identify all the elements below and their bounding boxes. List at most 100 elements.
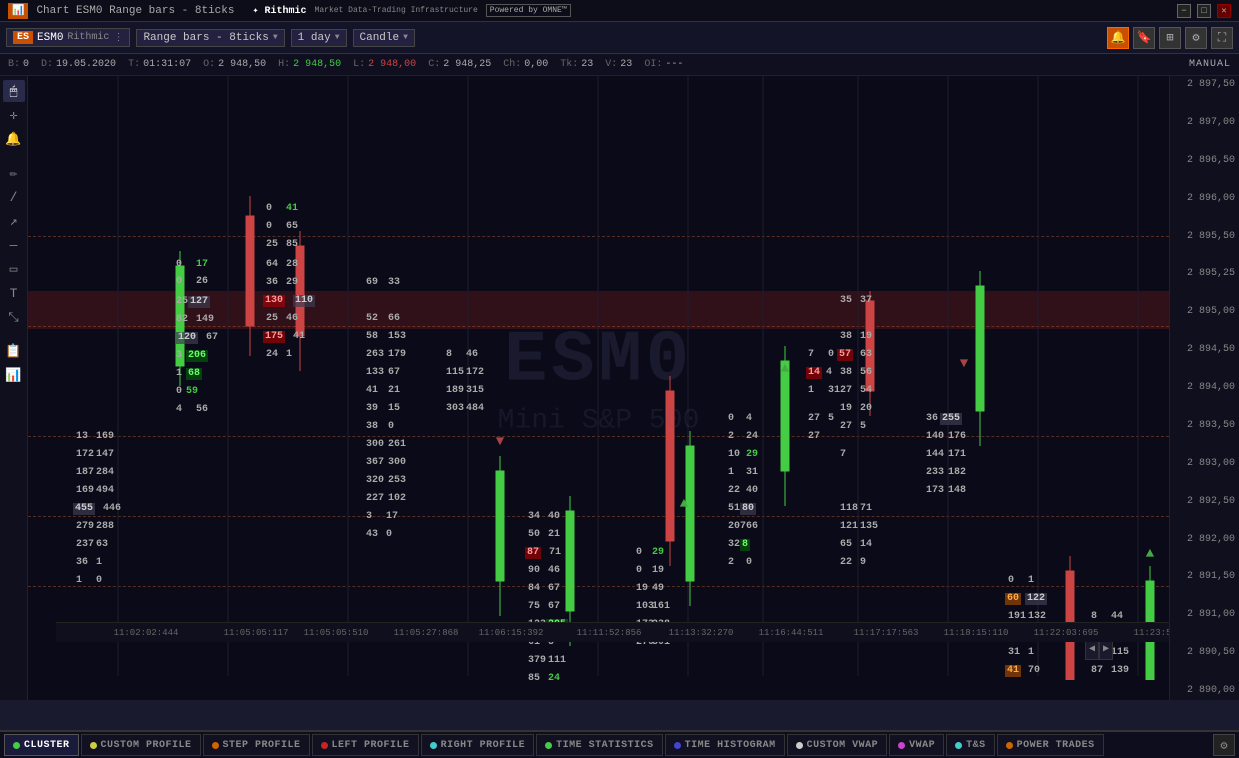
period-dropdown[interactable]: 1 day (291, 29, 347, 47)
dom2-9: 120 (176, 332, 198, 344)
minimize-button[interactable]: − (1177, 4, 1191, 18)
line-tool[interactable]: / (3, 186, 25, 208)
dom2-6: 127 (188, 296, 210, 308)
dom2-5: 25 (176, 296, 188, 308)
dom9-8: 31 (828, 385, 840, 397)
arrow-up-2: ▲ (781, 361, 789, 377)
display-dropdown[interactable]: Candle (353, 29, 415, 47)
dom5-7: 303 (446, 403, 464, 415)
draw-tool[interactable]: ✏ (3, 162, 25, 184)
time-6: 11:13:32:270 (669, 628, 734, 638)
dom3-10: 110 (293, 295, 315, 307)
tab-custom-profile[interactable]: CUSTOM PROFILE (81, 734, 201, 756)
dom8-1: 0 (728, 413, 734, 425)
price-label-2: 2 896,50 (1174, 156, 1235, 166)
dom-4: 147 (96, 449, 114, 461)
dom11-3: 140 (926, 431, 944, 443)
tab-power-trades[interactable]: POWER TRADES (997, 734, 1104, 756)
tab-custom-vwap[interactable]: CUSTOM VWAP (787, 734, 888, 756)
dom3-16: 1 (286, 349, 292, 361)
chart-type-dropdown[interactable]: Range bars - 8ticks (136, 29, 284, 47)
left-tools-panel: 🖱 ✛ 🔔 ✏ / ↗ — ▭ T ⤡ 📋 📊 (0, 76, 28, 700)
arrow-down-2: ▼ (960, 356, 968, 372)
chart-type-label: Range bars - 8ticks (143, 32, 268, 44)
bottom-settings-button[interactable]: ⚙ (1213, 734, 1235, 756)
dom8-17: 2 (728, 557, 734, 569)
dom4-18: 261 (388, 439, 406, 451)
tab-vwap[interactable]: VWAP (889, 734, 944, 756)
dom11-8: 182 (948, 467, 966, 479)
tab-left-profile[interactable]: LEFT PROFILE (312, 734, 419, 756)
dom9-3: 7 (808, 349, 814, 361)
window-title: Chart ESM0 Range bars - 8ticks (36, 5, 234, 17)
time-3: 11:05:27:868 (394, 628, 459, 638)
time-8: 11:17:17:563 (854, 628, 919, 638)
dom10-4: 19 (860, 331, 872, 343)
dom4-26: 17 (386, 511, 398, 523)
tab-right-profile[interactable]: RIGHT PROFILE (421, 734, 535, 756)
dom6-18: 111 (548, 655, 566, 667)
dom12-1: 0 (1008, 575, 1014, 587)
studies-tool[interactable]: 📊 (3, 364, 25, 386)
maximize-button[interactable]: □ (1197, 4, 1211, 18)
dom5-5: 189 (446, 385, 464, 397)
settings-button[interactable]: ⚙ (1185, 27, 1207, 49)
dom2-8: 149 (196, 314, 214, 326)
time-11: 11:23:57:288 (1134, 628, 1169, 638)
dom3-0: 0 (266, 203, 272, 215)
ts-tab-label: T&S (966, 740, 986, 751)
dom10-10: 54 (860, 385, 872, 397)
dom10-8: 56 (860, 367, 872, 379)
power-trades-tab-dot (1006, 742, 1013, 749)
alerts-button[interactable]: 🔔 (1107, 27, 1129, 49)
dom8-6: 29 (746, 449, 758, 461)
fullscreen-button[interactable]: ⛶ (1211, 27, 1233, 49)
symbol-display[interactable]: ES ESM0 Rithmic ⋮ (6, 28, 130, 47)
price-label-1: 2 897,00 (1174, 118, 1235, 128)
tab-step-profile[interactable]: STEP PROFILE (203, 734, 310, 756)
dom4-21: 320 (366, 475, 384, 487)
left-profile-tab-dot (321, 742, 328, 749)
template-tool[interactable]: 📋 (3, 340, 25, 362)
chart-icon: 📊 (8, 3, 28, 19)
dom2-4: 26 (196, 276, 208, 288)
tab-ts[interactable]: T&S (946, 734, 995, 756)
price-label-10: 2 893,00 (1174, 459, 1235, 469)
tk-value: 23 (581, 59, 593, 70)
tab-cluster[interactable]: CLUSTER (4, 734, 79, 756)
price-label-13: 2 891,50 (1174, 572, 1235, 582)
dom6-17: 379 (528, 655, 546, 667)
layout-button[interactable]: ⊞ (1159, 27, 1181, 49)
custom-profile-tab-dot (90, 742, 97, 749)
measure-tool[interactable]: ⤡ (3, 306, 25, 328)
bookmark-button[interactable]: 🔖 (1133, 27, 1155, 49)
text-tool[interactable]: T (3, 282, 25, 304)
cursor-tool[interactable]: 🖱 (3, 80, 25, 102)
rect-tool[interactable]: ▭ (3, 258, 25, 280)
chart-canvas[interactable]: ESM0 Mini S&P 500 (28, 76, 1169, 680)
custom-vwap-tab-label: CUSTOM VWAP (807, 740, 879, 751)
hline-tool[interactable]: — (3, 234, 25, 256)
v-value: 23 (620, 59, 632, 70)
tab-time-histogram[interactable]: TIME HISTOGRAM (665, 734, 785, 756)
d-label: D: (41, 59, 53, 70)
tk-label: Tk: (560, 59, 578, 70)
tab-time-statistics[interactable]: TIME STATISTICS (536, 734, 663, 756)
hline-1 (28, 236, 1169, 237)
bell-tool[interactable]: 🔔 (3, 128, 25, 150)
crosshair-tool[interactable]: ✛ (3, 104, 25, 126)
dom6-10: 67 (548, 583, 560, 595)
oi-label: OI: (644, 59, 662, 70)
dom6-6: 71 (549, 547, 561, 559)
dom4-10: 67 (388, 367, 400, 379)
dom4-9: 133 (366, 367, 384, 379)
dom8-7: 1 (728, 467, 734, 479)
dom9-7: 1 (808, 385, 814, 397)
close-button[interactable]: ✕ (1217, 4, 1231, 18)
dom12-4: 122 (1025, 593, 1047, 605)
dom-2: 169 (96, 431, 114, 443)
toolbar: ES ESM0 Rithmic ⋮ Range bars - 8ticks 1 … (0, 22, 1239, 54)
price-label-8: 2 894,00 (1174, 383, 1235, 393)
dom3-00: 41 (286, 203, 298, 215)
ray-tool[interactable]: ↗ (3, 210, 25, 232)
